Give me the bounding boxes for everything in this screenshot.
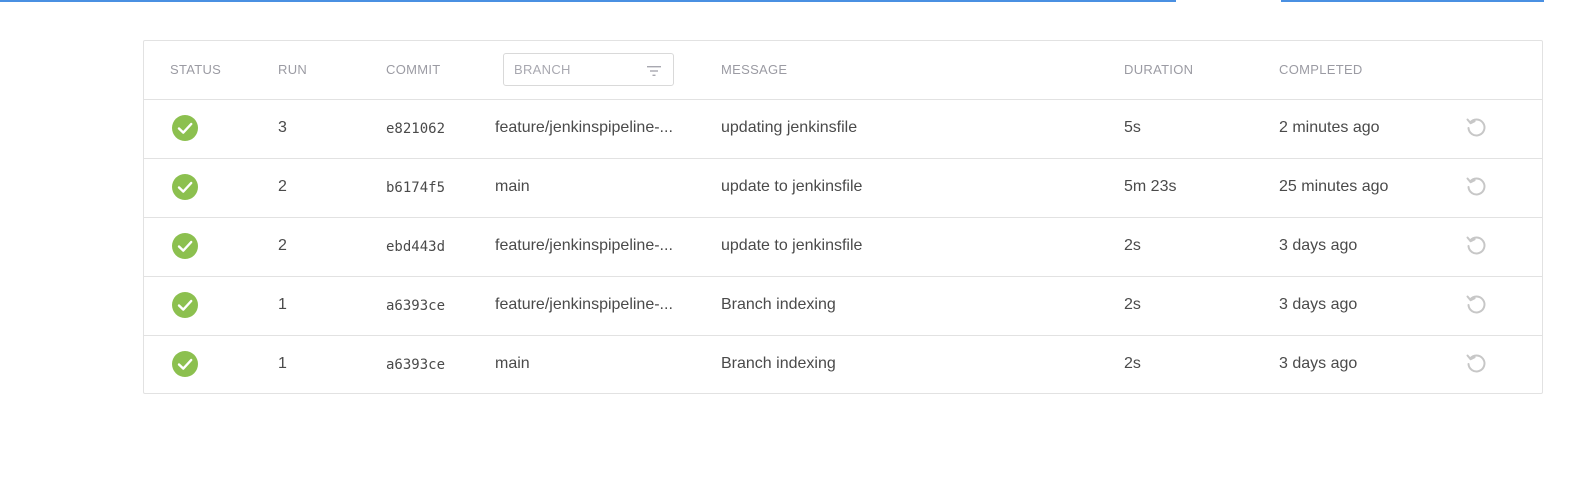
- completed-time: 3 days ago: [1279, 237, 1358, 254]
- run-duration: 2s: [1124, 237, 1141, 254]
- branch-filter-input[interactable]: BRANCH: [503, 53, 674, 86]
- header-status: STATUS: [170, 62, 222, 77]
- run-duration: 5s: [1124, 119, 1141, 136]
- table-header: STATUS RUN COMMIT BRANCH MESSAGE DURATIO…: [144, 41, 1542, 100]
- commit-message: update to jenkinsfile: [721, 178, 863, 195]
- completed-time: 3 days ago: [1279, 296, 1358, 313]
- commit-message: Branch indexing: [721, 355, 836, 372]
- run-number: 2: [278, 178, 287, 195]
- page-loading-bar: [0, 0, 1596, 2]
- rerun-icon[interactable]: [1464, 292, 1488, 316]
- header-completed: COMPLETED: [1279, 62, 1363, 77]
- rerun-icon[interactable]: [1464, 233, 1488, 257]
- header-run: RUN: [278, 62, 308, 77]
- loading-bar-segment: [0, 0, 1176, 2]
- check-circle-icon: [172, 233, 198, 259]
- run-duration: 2s: [1124, 355, 1141, 372]
- run-number: 1: [278, 296, 287, 313]
- commit-message: Branch indexing: [721, 296, 836, 313]
- run-number: 2: [278, 237, 287, 254]
- filter-icon: [647, 66, 661, 76]
- branch-name[interactable]: feature/jenkinspipeline-...: [495, 296, 673, 314]
- activity-runs-table: STATUS RUN COMMIT BRANCH MESSAGE DURATIO…: [143, 40, 1543, 394]
- commit-id[interactable]: a6393ce: [386, 298, 445, 314]
- branch-filter-placeholder: BRANCH: [514, 62, 571, 77]
- rerun-icon[interactable]: [1464, 115, 1488, 139]
- commit-id[interactable]: ebd443d: [386, 239, 445, 255]
- run-number: 1: [278, 355, 287, 372]
- commit-id[interactable]: a6393ce: [386, 357, 445, 373]
- run-duration: 5m 23s: [1124, 178, 1177, 195]
- check-circle-icon: [172, 174, 198, 200]
- table-body: 3 e821062 feature/jenkinspipeline-... up…: [144, 100, 1542, 393]
- commit-message: updating jenkinsfile: [721, 119, 858, 136]
- rerun-icon[interactable]: [1464, 174, 1488, 198]
- run-duration: 2s: [1124, 296, 1141, 313]
- table-row[interactable]: 1 a6393ce feature/jenkinspipeline-... Br…: [144, 277, 1542, 336]
- commit-id[interactable]: e821062: [386, 121, 445, 137]
- commit-id[interactable]: b6174f5: [386, 180, 445, 196]
- table-row[interactable]: 3 e821062 feature/jenkinspipeline-... up…: [144, 100, 1542, 159]
- check-circle-icon: [172, 351, 198, 377]
- table-row[interactable]: 1 a6393ce main Branch indexing 2s 3 days…: [144, 336, 1542, 393]
- check-circle-icon: [172, 115, 198, 141]
- branch-name[interactable]: main: [495, 178, 530, 196]
- commit-message: update to jenkinsfile: [721, 237, 863, 254]
- table-row[interactable]: 2 ebd443d feature/jenkinspipeline-... up…: [144, 218, 1542, 277]
- header-commit: COMMIT: [386, 62, 441, 77]
- completed-time: 25 minutes ago: [1279, 178, 1389, 195]
- header-duration: DURATION: [1124, 62, 1194, 77]
- header-message: MESSAGE: [721, 62, 788, 77]
- rerun-icon[interactable]: [1464, 351, 1488, 375]
- completed-time: 2 minutes ago: [1279, 119, 1380, 136]
- completed-time: 3 days ago: [1279, 355, 1358, 372]
- loading-bar-segment: [1281, 0, 1544, 2]
- run-number: 3: [278, 119, 287, 136]
- branch-name[interactable]: feature/jenkinspipeline-...: [495, 119, 673, 137]
- check-circle-icon: [172, 292, 198, 318]
- branch-name[interactable]: feature/jenkinspipeline-...: [495, 237, 673, 255]
- branch-name[interactable]: main: [495, 355, 530, 373]
- table-row[interactable]: 2 b6174f5 main update to jenkinsfile 5m …: [144, 159, 1542, 218]
